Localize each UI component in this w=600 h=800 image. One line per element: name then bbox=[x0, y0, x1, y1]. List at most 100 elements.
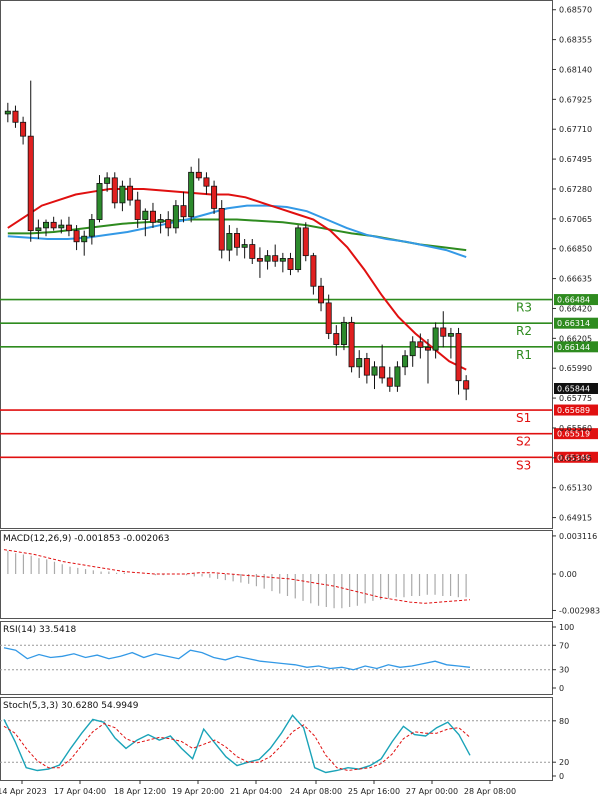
candle bbox=[226, 233, 233, 251]
candle bbox=[195, 171, 202, 179]
time-tick-label: 24 Apr 08:00 bbox=[290, 787, 342, 796]
stoch-title: Stoch(5,3,3) 30.6280 54.9949 bbox=[3, 701, 139, 711]
level-name-s3: S3 bbox=[516, 458, 531, 472]
macd-tick-label: -0.002983 bbox=[559, 606, 600, 615]
price-tick-label: 0.67710 bbox=[559, 125, 592, 134]
candle bbox=[256, 258, 263, 262]
candle bbox=[4, 110, 11, 115]
price-tick-label: 0.66850 bbox=[559, 245, 592, 254]
rsi-panel: RSI(14) 33.5418 100 70 30 0 bbox=[0, 623, 574, 693]
rsi-tick-label: 100 bbox=[559, 623, 574, 632]
candle bbox=[417, 341, 424, 348]
time-tick-label: 14 Apr 2023 bbox=[0, 787, 47, 796]
candle bbox=[333, 333, 340, 345]
candle bbox=[371, 366, 378, 376]
level-name-r3: R3 bbox=[516, 301, 532, 315]
candle bbox=[295, 227, 302, 270]
level-name-s2: S2 bbox=[516, 435, 531, 449]
time-tick-label: 28 Apr 08:00 bbox=[464, 787, 516, 796]
price-tick-label: 0.68570 bbox=[559, 6, 592, 15]
rsi-tick-label: 30 bbox=[559, 666, 569, 675]
candle bbox=[43, 221, 50, 229]
stoch-tick-label: 20 bbox=[559, 758, 569, 767]
time-tick-label: 18 Apr 12:00 bbox=[114, 787, 166, 796]
candle bbox=[325, 302, 332, 334]
time-axis: 14 Apr 2023 17 Apr 04:00 18 Apr 12:00 19 Ap… bbox=[0, 780, 516, 796]
candle bbox=[12, 110, 19, 123]
candle bbox=[104, 177, 111, 184]
candle bbox=[20, 121, 27, 137]
candle bbox=[455, 333, 462, 382]
price-tick-label: 0.67065 bbox=[559, 215, 592, 224]
price-tick-label: 0.64915 bbox=[559, 514, 592, 523]
level-name-s1: S1 bbox=[516, 411, 531, 425]
level-price-label: 0.66144 bbox=[557, 343, 590, 352]
candle bbox=[157, 219, 164, 223]
candle bbox=[27, 135, 34, 232]
candle bbox=[264, 255, 271, 262]
rsi-title: RSI(14) 33.5418 bbox=[3, 625, 76, 635]
price-chart[interactable]: 0.66484 R3 0.66314 R2 0.66144 R1 0.65689 S1 0.65… bbox=[0, 0, 600, 800]
price-tick-label: 0.68140 bbox=[559, 65, 592, 74]
candle bbox=[440, 327, 447, 337]
time-tick-label: 17 Apr 04:00 bbox=[54, 787, 106, 796]
time-tick-label: 19 Apr 20:00 bbox=[172, 787, 224, 796]
candle bbox=[73, 230, 80, 243]
candle bbox=[134, 199, 141, 220]
macd-title: MACD(12,26,9) -0.001853 -0.002063 bbox=[3, 534, 169, 544]
price-tick-label: 0.65345 bbox=[559, 454, 592, 463]
level-price-label: 0.66314 bbox=[557, 319, 590, 328]
candle bbox=[81, 235, 88, 243]
price-tick-label: 0.67495 bbox=[559, 155, 592, 164]
stoch-tick-label: 80 bbox=[559, 717, 569, 726]
candle bbox=[302, 227, 309, 257]
macd-tick-label: 0.00 bbox=[559, 570, 577, 579]
candle bbox=[119, 185, 126, 204]
price-tick-label: 0.65560 bbox=[559, 424, 592, 433]
candle bbox=[394, 366, 401, 387]
candle bbox=[279, 258, 286, 262]
moving-averages bbox=[7, 188, 467, 371]
candle bbox=[409, 341, 416, 357]
candle bbox=[249, 244, 256, 259]
candle bbox=[379, 366, 386, 379]
candle bbox=[188, 171, 195, 218]
candle bbox=[88, 219, 95, 237]
rsi-line bbox=[3, 647, 471, 671]
candle bbox=[35, 227, 42, 232]
panel-frame-2 bbox=[0, 621, 553, 695]
time-tick-label: 27 Apr 00:00 bbox=[406, 787, 458, 796]
price-tick-label: 0.65775 bbox=[559, 394, 592, 403]
candle bbox=[318, 285, 325, 304]
rsi-tick-label: 0 bbox=[559, 684, 564, 693]
macd-signal-line bbox=[3, 549, 471, 604]
candle bbox=[142, 210, 149, 220]
candle bbox=[287, 258, 294, 270]
level-price-label: 0.66484 bbox=[557, 296, 590, 305]
candle bbox=[424, 346, 431, 351]
candle bbox=[203, 177, 210, 187]
candle bbox=[241, 244, 248, 248]
last-price-label: 0.65844 bbox=[557, 384, 590, 393]
price-tick-label: 0.66635 bbox=[559, 275, 592, 284]
candle bbox=[58, 224, 65, 229]
candle bbox=[363, 358, 370, 376]
level-price-label: 0.65689 bbox=[557, 406, 590, 415]
price-tick-label: 0.66205 bbox=[559, 334, 592, 343]
candle bbox=[172, 205, 179, 229]
candle bbox=[340, 321, 347, 345]
candle bbox=[272, 255, 279, 262]
candle bbox=[348, 321, 355, 368]
candle bbox=[127, 185, 134, 201]
candle bbox=[386, 377, 393, 387]
candle bbox=[50, 221, 57, 229]
level-name-r1: R1 bbox=[516, 348, 532, 362]
time-tick-label: 21 Apr 04:00 bbox=[230, 787, 282, 796]
panel-frame-0 bbox=[0, 0, 553, 529]
pivot-levels: 0.66484 R3 0.66314 R2 0.66144 R1 0.65689 S1 0.65… bbox=[0, 294, 598, 472]
candle bbox=[447, 333, 454, 337]
ma-red-line bbox=[7, 188, 467, 371]
candle bbox=[218, 208, 225, 251]
candle bbox=[149, 210, 156, 223]
candle bbox=[402, 355, 409, 368]
